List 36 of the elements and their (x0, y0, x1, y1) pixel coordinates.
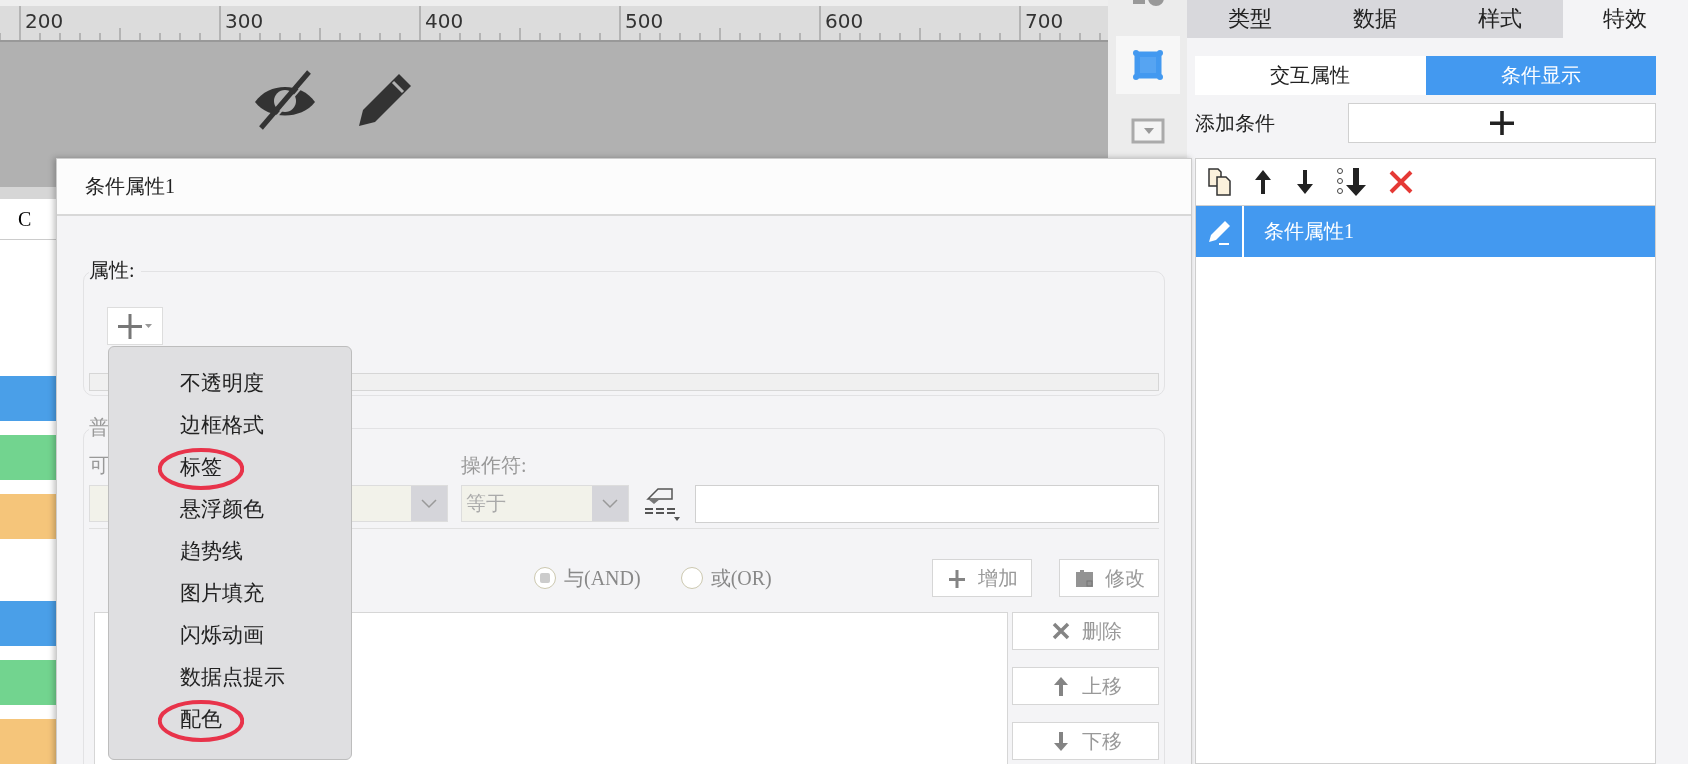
dropdown-box-icon[interactable] (1130, 118, 1165, 144)
arrow-up-icon[interactable] (1252, 168, 1274, 196)
menu-item[interactable]: 不透明度 (109, 364, 311, 406)
field-label: 操作符: (461, 454, 527, 476)
ruler-label: 700 (1025, 9, 1064, 33)
menu-item[interactable]: 趋势线 (109, 532, 311, 574)
add-property-button[interactable] (107, 307, 163, 345)
gear-icon (1073, 567, 1095, 589)
move-to-bottom-icon[interactable] (1336, 167, 1368, 197)
ruler-label: 300 (225, 9, 264, 33)
chevron-down-icon (421, 498, 437, 509)
plus-icon (1490, 111, 1514, 135)
menu-item[interactable]: 闪烁动画 (109, 616, 311, 658)
dialog-title: 条件属性1 (85, 174, 175, 199)
field-label: 可 (89, 454, 109, 476)
chevron-down-icon (602, 498, 618, 509)
menu-item[interactable]: 悬浮颜色 (109, 490, 311, 532)
menu-item[interactable]: 图片填充 (109, 574, 311, 616)
selection-frame-icon[interactable] (1130, 48, 1165, 82)
copy-icon[interactable] (1208, 168, 1232, 196)
menu-item[interactable]: 配色 (109, 700, 311, 742)
plus-icon (946, 567, 968, 589)
ruler-label: 600 (825, 9, 864, 33)
menu-item[interactable]: 标签 (109, 448, 311, 490)
value-input-field[interactable] (695, 485, 1159, 523)
value-format-icon[interactable] (642, 485, 682, 523)
ruler-label: 400 (425, 9, 464, 33)
delete-icon[interactable] (1388, 169, 1414, 195)
arrow-down-icon[interactable] (1294, 168, 1316, 196)
plus-icon (116, 312, 154, 340)
add-condition-label: 添加条件 (1195, 109, 1276, 137)
sub-tab[interactable]: 交互属性 (1195, 56, 1426, 95)
panel-tab[interactable]: 特效 (1562, 0, 1688, 38)
ruler-label: 200 (25, 9, 64, 33)
menu-item[interactable]: 数据点提示 (109, 658, 311, 700)
ruler-label: 500 (625, 9, 664, 33)
